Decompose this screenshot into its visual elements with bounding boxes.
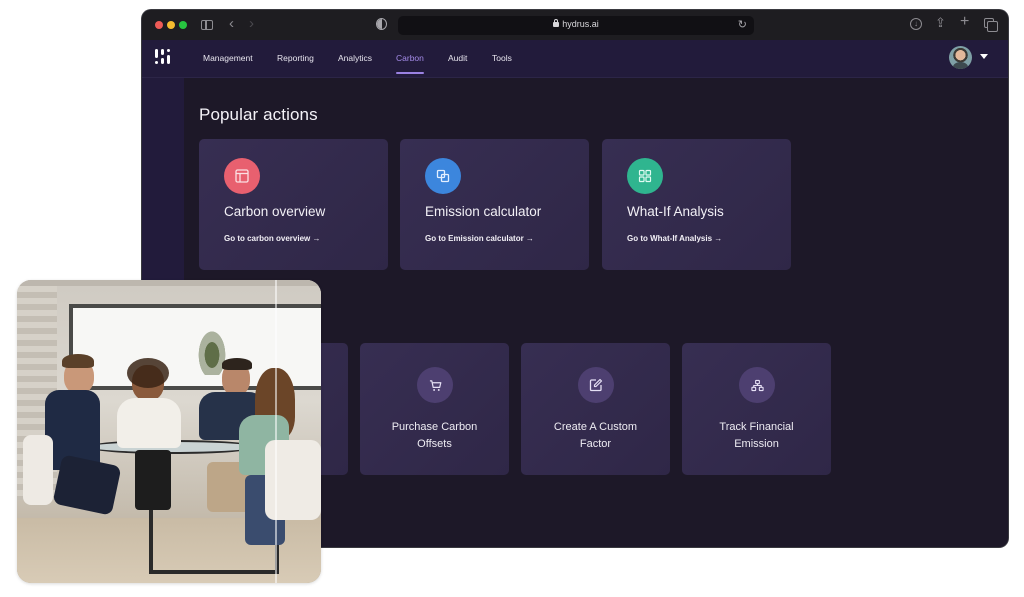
nav-item-management[interactable]: Management <box>203 53 253 63</box>
new-tab-icon[interactable]: + <box>960 14 969 30</box>
share-icon[interactable]: ⇪ <box>935 15 946 31</box>
action-card-purchase-carbon-offsets[interactable]: Purchase Carbon Offsets <box>360 343 509 475</box>
hydrus-logo[interactable] <box>154 48 174 68</box>
download-icon[interactable]: ↓ <box>910 18 922 30</box>
section-title: Popular actions <box>199 105 318 124</box>
edit-icon <box>578 367 614 403</box>
nav-item-carbon[interactable]: Carbon <box>396 53 424 63</box>
cart-icon <box>417 367 453 403</box>
privacy-shield-icon[interactable] <box>376 18 387 30</box>
maximize-window-button[interactable] <box>179 21 187 29</box>
reload-icon[interactable]: ↻ <box>738 18 747 31</box>
action-card-what-if-analysis[interactable]: What-If Analysis Go to What-If Analysis … <box>602 139 791 270</box>
url-text: hydrus.ai <box>562 19 599 29</box>
action-card-carbon-overview[interactable]: Carbon overview Go to carbon overview → <box>199 139 388 270</box>
minimize-window-button[interactable] <box>167 21 175 29</box>
grid-icon <box>627 158 663 194</box>
layout-icon <box>224 158 260 194</box>
action-card-emission-calculator[interactable]: Emission calculator Go to Emission calcu… <box>400 139 589 270</box>
sidebar-toggle-icon[interactable] <box>201 20 213 30</box>
nav-item-analytics[interactable]: Analytics <box>338 53 372 63</box>
tab-overview-icon[interactable] <box>984 18 998 32</box>
card-title: Purchase Carbon Offsets <box>391 421 478 450</box>
card-title: Emission calculator <box>425 204 542 219</box>
lock-icon <box>553 19 560 27</box>
caret-down-icon[interactable] <box>980 54 988 59</box>
copy-squares-icon <box>425 158 461 194</box>
card-link[interactable]: Go to carbon overview → <box>224 234 320 243</box>
card-link[interactable]: Go to Emission calculator → <box>425 234 534 243</box>
forward-icon[interactable]: › <box>249 16 254 32</box>
card-link[interactable]: Go to What-If Analysis → <box>627 234 722 243</box>
nav-item-tools[interactable]: Tools <box>492 53 512 63</box>
card-title: Track Financial Emission <box>719 421 794 450</box>
user-avatar[interactable] <box>949 46 972 69</box>
nav-item-reporting[interactable]: Reporting <box>277 53 314 63</box>
browser-titlebar: ‹ › hydrus.ai ↻ ↓ ⇪ + <box>142 10 1008 40</box>
meeting-photo <box>17 280 321 583</box>
action-card-create-custom-factor[interactable]: Create A Custom Factor <box>521 343 670 475</box>
action-card-track-financial-emission[interactable]: Track Financial Emission <box>682 343 831 475</box>
top-navigation: Management Reporting Analytics Carbon Au… <box>142 40 1008 78</box>
active-tab-indicator <box>396 72 424 74</box>
hierarchy-icon <box>739 367 775 403</box>
card-title: Carbon overview <box>224 204 326 219</box>
card-title: Create A Custom Factor <box>553 421 638 450</box>
close-window-button[interactable] <box>155 21 163 29</box>
address-bar[interactable]: hydrus.ai ↻ <box>398 16 754 35</box>
card-title: What-If Analysis <box>627 204 724 219</box>
back-icon[interactable]: ‹ <box>229 16 234 32</box>
nav-item-audit[interactable]: Audit <box>448 53 467 63</box>
